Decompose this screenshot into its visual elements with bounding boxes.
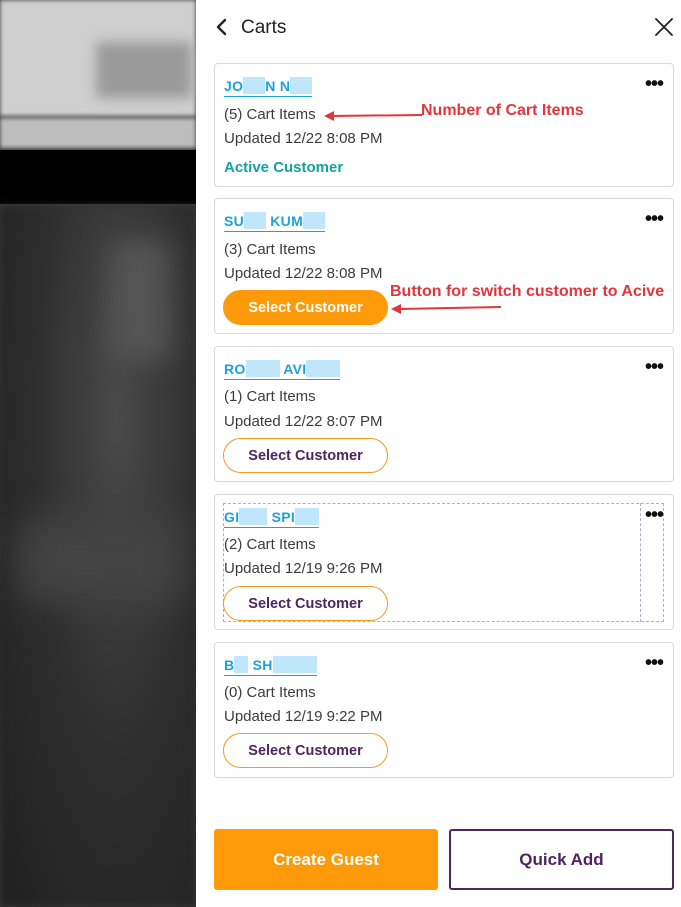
updated-timestamp: Updated 12/19 9:22 PM bbox=[224, 708, 383, 725]
background-blur-region bbox=[0, 150, 196, 204]
background-blur-region bbox=[110, 240, 170, 360]
background-blur-region bbox=[0, 118, 196, 148]
customer-name-part: B bbox=[224, 657, 235, 673]
quick-add-button[interactable]: Quick Add bbox=[449, 829, 674, 890]
select-customer-button[interactable]: Select Customer bbox=[223, 438, 388, 473]
carts-panel: Carts JO N N ••• (5) Cart Items Updated 1… bbox=[196, 0, 681, 907]
redaction-mask bbox=[243, 77, 266, 94]
updated-timestamp: Updated 12/22 8:08 PM bbox=[224, 130, 383, 147]
more-options-icon[interactable]: ••• bbox=[645, 505, 664, 525]
redaction-mask bbox=[303, 212, 326, 229]
background-blur-region bbox=[96, 42, 192, 98]
annotation-arrow-icon bbox=[391, 304, 502, 314]
cart-items-count: (0) Cart Items bbox=[224, 684, 316, 701]
customer-name-part: SH bbox=[252, 657, 273, 673]
cart-card: JO N N ••• (5) Cart Items Updated 12/22 8… bbox=[214, 63, 674, 187]
cart-items-count: (5) Cart Items bbox=[224, 106, 316, 123]
annotation-cart-items: Number of Cart Items bbox=[421, 102, 584, 119]
customer-name-part: AVI bbox=[283, 361, 307, 377]
background-blur-region bbox=[20, 520, 180, 600]
updated-timestamp: Updated 12/22 8:07 PM bbox=[224, 413, 383, 430]
cart-items-count: (2) Cart Items bbox=[224, 536, 316, 553]
redaction-mask bbox=[295, 508, 320, 525]
customer-name-part: N N bbox=[265, 78, 291, 94]
redaction-mask bbox=[244, 212, 267, 229]
more-options-icon[interactable]: ••• bbox=[645, 653, 664, 673]
cart-items-count: (1) Cart Items bbox=[224, 388, 316, 405]
redaction-mask bbox=[234, 656, 249, 673]
redaction-mask bbox=[272, 656, 317, 673]
annotation-arrow-icon bbox=[324, 111, 423, 121]
customer-name-part: KUM bbox=[270, 213, 304, 229]
select-customer-button[interactable]: Select Customer bbox=[223, 733, 388, 768]
customer-name-part: GI bbox=[224, 509, 240, 525]
page-title: Carts bbox=[241, 17, 287, 38]
redaction-mask bbox=[245, 360, 280, 377]
redaction-mask bbox=[290, 77, 313, 94]
select-customer-button[interactable]: Select Customer bbox=[223, 586, 388, 621]
cart-card: B SH ••• (0) Cart Items Updated 12/19 9:… bbox=[214, 642, 674, 778]
customer-name-link[interactable]: JO N N bbox=[224, 77, 313, 97]
cart-items-count: (3) Cart Items bbox=[224, 241, 316, 258]
customer-name-part: SU bbox=[224, 213, 245, 229]
close-icon[interactable] bbox=[652, 15, 676, 39]
updated-timestamp: Updated 12/19 9:26 PM bbox=[224, 560, 383, 577]
panel-header: Carts bbox=[196, 0, 681, 56]
customer-name-link[interactable]: B SH bbox=[224, 656, 317, 676]
customer-name-part: JO bbox=[224, 78, 244, 94]
cart-card: RO AVI ••• (1) Cart Items Updated 12/22 … bbox=[214, 346, 674, 482]
selection-outline-divider bbox=[640, 503, 641, 622]
more-options-icon[interactable]: ••• bbox=[645, 209, 664, 229]
customer-name-link[interactable]: SU KUM bbox=[224, 212, 326, 232]
blurred-background-app bbox=[0, 0, 196, 907]
cart-card: GI SPI ••• (2) Cart Items Updated 12/19 … bbox=[214, 494, 674, 630]
active-customer-label: Active Customer bbox=[224, 159, 344, 176]
redaction-mask bbox=[239, 508, 268, 525]
customer-name-link[interactable]: GI SPI bbox=[224, 508, 320, 528]
updated-timestamp: Updated 12/22 8:08 PM bbox=[224, 265, 383, 282]
customer-name-part: SPI bbox=[271, 509, 296, 525]
back-chevron-icon[interactable] bbox=[212, 16, 232, 38]
create-guest-button[interactable]: Create Guest bbox=[214, 829, 438, 890]
redaction-mask bbox=[306, 360, 341, 377]
more-options-icon[interactable]: ••• bbox=[645, 357, 664, 377]
select-customer-button[interactable]: Select Customer bbox=[223, 290, 388, 325]
customer-name-part: RO bbox=[224, 361, 246, 377]
customer-name-link[interactable]: RO AVI bbox=[224, 360, 341, 380]
more-options-icon[interactable]: ••• bbox=[645, 74, 664, 94]
